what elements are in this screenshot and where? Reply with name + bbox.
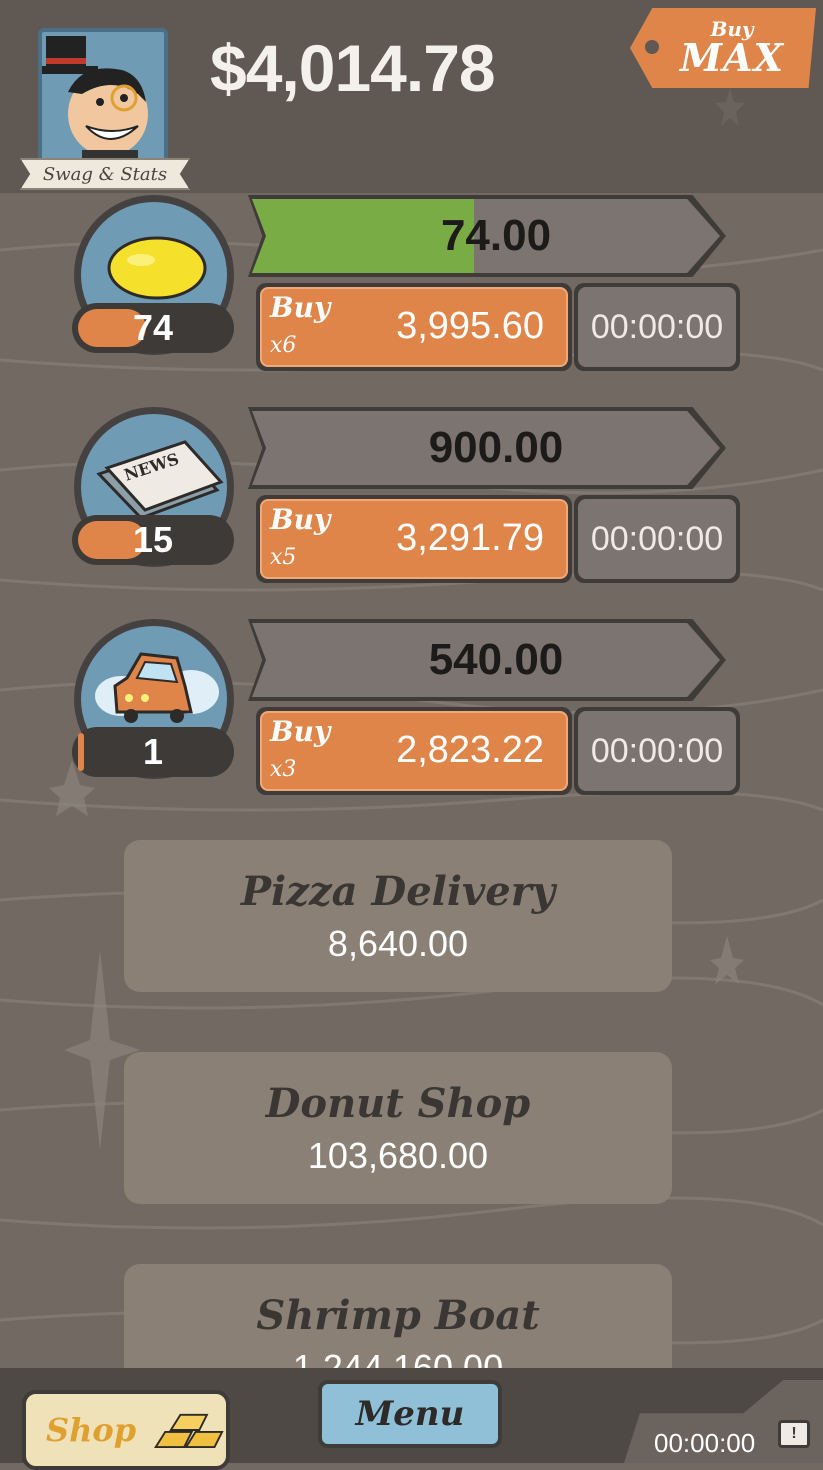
revenue-value: 74.00 bbox=[440, 211, 552, 260]
star-icon bbox=[715, 88, 745, 126]
buy-multiplier: x3 bbox=[270, 757, 297, 782]
buy-cost: 2,823.22 bbox=[396, 729, 544, 771]
revenue-value: 900.00 bbox=[428, 423, 564, 472]
buy-multiplier: x6 bbox=[270, 333, 297, 358]
business-row-newspaper: NEWS 15 900.00 Buy x5 3,291.79 00:00:00 bbox=[0, 407, 823, 597]
buy-button[interactable]: Buy x3 2,823.22 bbox=[256, 707, 572, 795]
timer-box: 00:00:00 bbox=[574, 707, 740, 795]
buy-label: Buy bbox=[270, 715, 331, 748]
buy-cost: 3,995.60 bbox=[396, 305, 544, 347]
buy-cost: 3,291.79 bbox=[396, 517, 544, 559]
locked-business-name: Pizza Delivery bbox=[240, 867, 556, 915]
owned-count: 15 bbox=[132, 519, 174, 560]
buy-multiplier: x5 bbox=[270, 545, 297, 570]
capitalist-avatar-icon bbox=[42, 36, 148, 164]
shop-button[interactable]: Shop bbox=[22, 1390, 230, 1470]
locked-business-cost: 103,680.00 bbox=[307, 1134, 489, 1176]
locked-business-donut-shop[interactable]: Donut Shop 103,680.00 bbox=[124, 1052, 672, 1204]
owned-count-bar: 15 bbox=[72, 515, 234, 565]
gold-bars-icon bbox=[154, 1413, 224, 1449]
buy-label: Buy bbox=[270, 291, 331, 324]
menu-button[interactable]: Menu bbox=[318, 1380, 502, 1448]
swag-stats-label[interactable]: Swag & Stats bbox=[20, 158, 190, 190]
timer-value: 00:00:00 bbox=[578, 287, 736, 367]
locked-business-cost: 8,640.00 bbox=[327, 922, 469, 964]
tv-timer-value: 00:00:00 bbox=[654, 1428, 756, 1458]
owned-count-bar: 74 bbox=[72, 303, 234, 353]
timer-value: 00:00:00 bbox=[578, 711, 736, 791]
buy-max-bottom-label: MAX bbox=[679, 35, 785, 80]
owned-count: 1 bbox=[142, 731, 164, 772]
owned-count: 74 bbox=[132, 307, 174, 348]
locked-business-pizza-delivery[interactable]: Pizza Delivery 8,640.00 bbox=[124, 840, 672, 992]
owned-count-bar: 1 bbox=[72, 727, 234, 777]
tag-hole bbox=[645, 40, 659, 54]
locked-business-name: Shrimp Boat bbox=[256, 1291, 540, 1339]
avatar-button[interactable] bbox=[38, 28, 168, 168]
money-total: $4,014.78 bbox=[210, 31, 496, 105]
locked-business-name: Donut Shop bbox=[265, 1079, 531, 1127]
buy-button[interactable]: Buy x6 3,995.60 bbox=[256, 283, 572, 371]
business-row-lemon: 74 74.00 Buy x6 3,995.60 00:00:00 bbox=[0, 195, 823, 385]
timer-box: 00:00:00 bbox=[574, 495, 740, 583]
buy-button[interactable]: Buy x5 3,291.79 bbox=[256, 495, 572, 583]
revenue-value: 540.00 bbox=[428, 635, 564, 684]
tv-ad-icon[interactable]: ! bbox=[778, 1420, 810, 1448]
buy-label: Buy bbox=[270, 503, 331, 536]
timer-box: 00:00:00 bbox=[574, 283, 740, 371]
timer-value: 00:00:00 bbox=[578, 499, 736, 579]
shop-label: Shop bbox=[46, 1411, 137, 1449]
business-row-car-wash: 1 540.00 Buy x3 2,823.22 00:00:00 bbox=[0, 619, 823, 809]
